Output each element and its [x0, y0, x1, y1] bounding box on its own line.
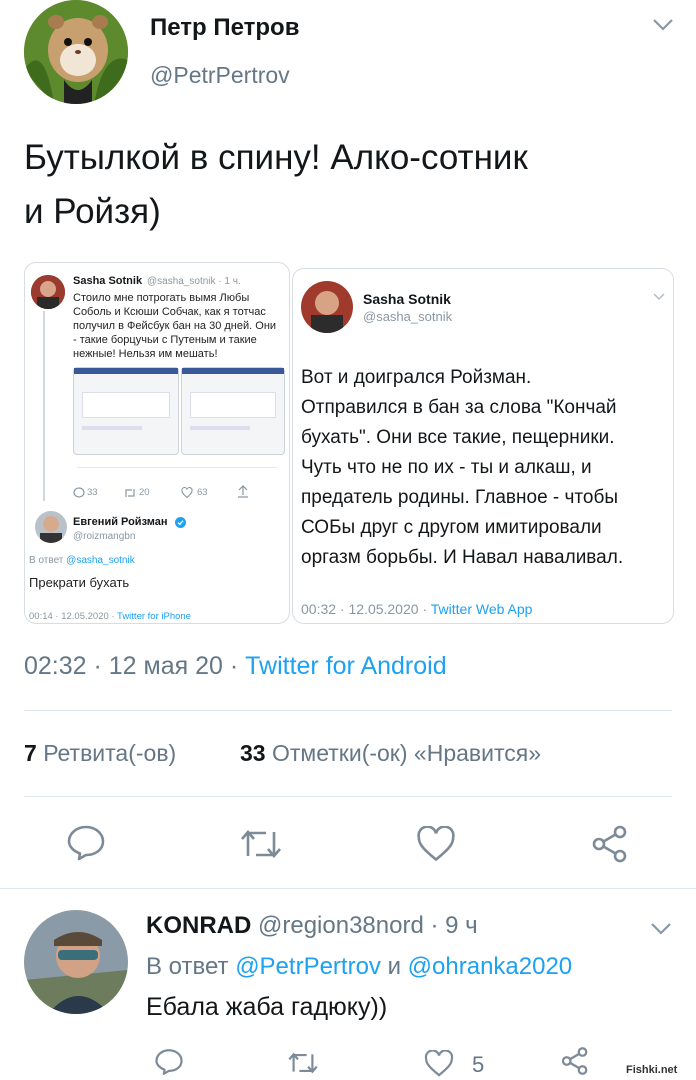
- sotnik-text-line7: оргазм борьбы. И Навал наваливал.: [301, 547, 624, 568]
- embedded-screenshot-right[interactable]: Sasha Sotnik @sasha_sotnik Вот и доиграл…: [292, 268, 674, 624]
- konrad-reply-button[interactable]: [154, 1048, 184, 1076]
- retweets-stat[interactable]: 7 Ретвита(-ов): [24, 740, 176, 767]
- retweets-label: Ретвита(-ов): [43, 740, 177, 766]
- konrad-reply-text: Ебала жаба гадюку)): [146, 993, 388, 1021]
- embedded-left-heart-icon: [181, 487, 193, 499]
- embedded-left-line3: получил в Фейсбук бан на 30 дней. Они: [73, 320, 277, 332]
- embedded-image-2: [181, 367, 285, 455]
- sotnik-handle: @sasha_sotnik: [363, 309, 453, 324]
- konrad-reply-icon: [155, 1049, 183, 1075]
- embedded-left-handle: @sasha_sotnik · 1 ч.: [147, 276, 241, 287]
- divider-1: [24, 710, 672, 711]
- konrad-like-button[interactable]: [424, 1050, 454, 1077]
- sotnik-text-line5: предатель родины. Главное - чтобы: [301, 487, 619, 508]
- roizman-name: Евгений Ройзман: [73, 516, 168, 528]
- konrad-retweet-icon: [288, 1052, 318, 1074]
- konrad-reply-and: и: [387, 953, 401, 980]
- divider-2: [24, 796, 672, 797]
- embedded-left-like-count: 63: [197, 487, 208, 498]
- share-button[interactable]: [590, 824, 630, 864]
- author-avatar[interactable]: [24, 0, 128, 104]
- embedded-image-1: [73, 367, 179, 455]
- konrad-reply-prefix: В ответ: [146, 953, 229, 980]
- embedded-left-retweet-icon: [123, 487, 137, 499]
- konrad-reply-to: В ответ @PetrPertrov и @ohranka2020: [146, 953, 572, 981]
- roizman-avatar: [35, 511, 67, 543]
- embedded-left-line5: нежные! Нельзя им мешать!: [73, 348, 218, 360]
- reply-menu-chevron-icon[interactable]: [650, 922, 672, 936]
- konrad-heart-icon: [424, 1050, 454, 1077]
- sotnik-text-line2: Отправился в бан за слова "Кончай: [301, 397, 617, 418]
- sotnik-chevron-icon: [653, 293, 665, 301]
- konrad-share-button[interactable]: [560, 1046, 590, 1076]
- author-handle[interactable]: @PetrPertrov: [150, 62, 290, 89]
- tweet-source-link[interactable]: Twitter for Android: [245, 652, 446, 680]
- tweet-menu-chevron-icon[interactable]: [652, 18, 674, 32]
- verified-badge-icon: [175, 517, 186, 528]
- konrad-header: KONRAD @region38nord · 9 ч: [146, 912, 478, 940]
- retweet-button[interactable]: [238, 826, 284, 862]
- like-button[interactable]: [416, 826, 456, 862]
- sotnik-avatar: [301, 281, 353, 333]
- thread-line: [43, 311, 45, 501]
- sotnik-text-line4: Чуть что не по их - ты и алкаш, и: [301, 457, 592, 478]
- share-icon: [592, 825, 627, 863]
- reply-button[interactable]: [66, 824, 106, 862]
- sotnik-text-line3: бухать". Они все такие, пещерники.: [301, 427, 615, 448]
- roizman-reply-prefix: В ответ: [29, 555, 64, 566]
- sotnik-text-line6: СОБы друг с другом имитировали: [301, 517, 602, 538]
- konrad-retweet-button[interactable]: [286, 1050, 320, 1076]
- likes-stat[interactable]: 33 Отметки(-ок) «Нравится»: [240, 740, 541, 767]
- watermark: Fishki.net: [626, 1064, 678, 1076]
- konrad-avatar[interactable]: [24, 910, 128, 1014]
- tweet-timestamp: 02:32 · 12 мая 20 · Twitter for Android: [24, 652, 447, 681]
- tweet-date: 02:32 · 12 мая 20 ·: [24, 652, 239, 680]
- likes-label: Отметки(-ок) «Нравится»: [271, 740, 541, 766]
- embedded-left-line1: Стоило мне потрогать вымя Любы: [73, 292, 250, 304]
- retweet-icon: [241, 830, 281, 858]
- sotnik-name: Sasha Sotnik: [363, 291, 451, 307]
- konrad-handle[interactable]: @region38nord · 9 ч: [258, 912, 478, 939]
- reply-icon: [67, 825, 105, 861]
- roizman-reply-to: В ответ @sasha_sotnik: [29, 555, 135, 566]
- divider-3: [0, 888, 696, 889]
- roizman-reply-meta: 00:14 · 12.05.2020 · Twitter for iPhone: [29, 611, 191, 622]
- roizman-reply-handle: @sasha_sotnik: [66, 555, 135, 566]
- embedded-left-reply-count: 33: [87, 487, 98, 498]
- roizman-meta-date: 00:14 · 12.05.2020 ·: [29, 611, 115, 622]
- sotnik-text-line1: Вот и доигрался Ройзман.: [301, 367, 532, 388]
- author-name[interactable]: Петр Петров: [150, 14, 299, 42]
- sotnik-avatar-small: [31, 275, 65, 309]
- sotnik-meta: 00:32 · 12.05.2020 · Twitter Web App: [301, 601, 532, 617]
- embedded-left-share-icon: [237, 485, 249, 498]
- heart-icon: [417, 826, 455, 862]
- roizman-meta-source: Twitter for iPhone: [117, 611, 191, 622]
- konrad-name[interactable]: KONRAD: [146, 912, 251, 939]
- embedded-left-rt-count: 20: [139, 487, 150, 498]
- konrad-reply-user1[interactable]: @PetrPertrov: [235, 953, 381, 980]
- retweets-count: 7: [24, 740, 37, 766]
- konrad-share-icon: [561, 1047, 588, 1075]
- roizman-reply-text: Прекрати бухать: [29, 575, 130, 590]
- konrad-like-count: 5: [472, 1052, 485, 1077]
- tweet-text-line2: и Ройзя): [24, 192, 161, 231]
- embedded-left-reply-icon: [73, 487, 85, 499]
- sotnik-meta-source: Twitter Web App: [430, 601, 533, 617]
- tweet-text-line1: Бутылкой в спину! Алко-сотник: [24, 138, 528, 177]
- sotnik-meta-date: 00:32 · 12.05.2020 ·: [301, 601, 428, 617]
- embedded-left-name: Sasha Sotnik: [73, 275, 143, 287]
- konrad-reply-user2[interactable]: @ohranka2020: [408, 953, 572, 980]
- embedded-screenshot-left[interactable]: Sasha Sotnik @sasha_sotnik · 1 ч. Стоило…: [24, 262, 290, 624]
- embedded-left-line4: - такие борцучьи с Путеным и такие: [73, 334, 257, 346]
- embedded-divider: [77, 467, 277, 468]
- roizman-handle: @roizmangbn: [73, 531, 136, 542]
- embedded-left-line2: Соболь и Ксюши Собчак, как я тотчас: [73, 306, 266, 318]
- likes-count: 33: [240, 740, 266, 766]
